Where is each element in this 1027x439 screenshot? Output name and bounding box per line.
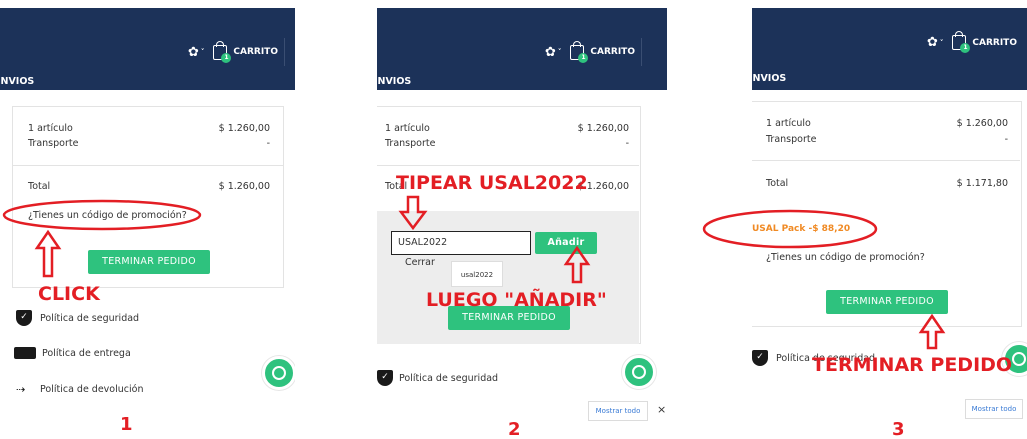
step-number-2: 2: [508, 419, 521, 439]
down-arrow-2: [398, 195, 428, 231]
annotation-then-add: LUEGO "AÑADIR": [426, 289, 607, 311]
step-number-3: 3: [892, 419, 905, 439]
click-highlight-ellipse: [2, 199, 202, 231]
annotation-click: CLICK: [38, 283, 100, 305]
up-arrow-2: [563, 245, 591, 284]
annotation-finish-order: TERMINAR PEDIDO: [812, 354, 1013, 376]
promo-highlight-ellipse: [702, 209, 878, 249]
step-number-1: 1: [120, 414, 133, 435]
annotation-type-code: TIPEAR USAL2022: [396, 172, 588, 194]
up-arrow-3: [918, 313, 946, 350]
up-arrow-1: [34, 229, 62, 278]
